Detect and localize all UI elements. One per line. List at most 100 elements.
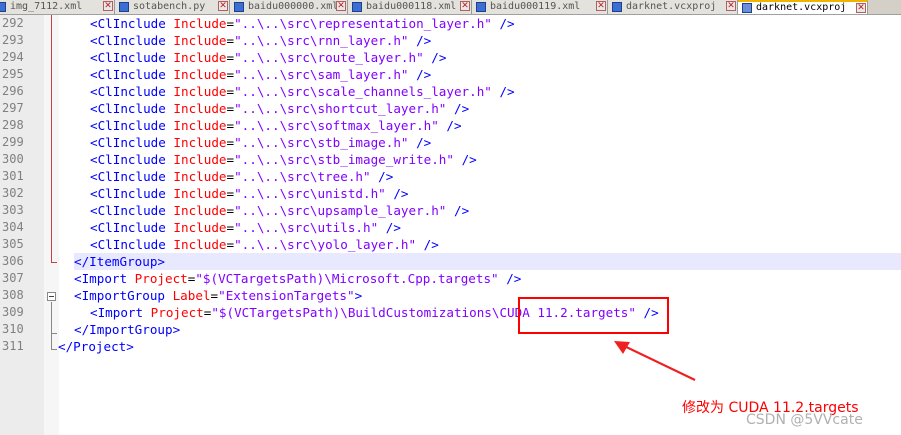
xml-value: "..\..\src\stb_image_write.h" — [234, 152, 454, 167]
xml-attr: Project — [134, 271, 188, 286]
tab-darknet-vcxproj-active[interactable]: darknet.vcxproj ✕ — [738, 0, 868, 14]
xml-close: /> — [453, 152, 477, 167]
code-line[interactable]: <ClInclude Include="..\..\src\rnn_layer.… — [90, 32, 431, 49]
xml-attribute: Include — [173, 152, 227, 167]
annotation-arrow-icon — [614, 341, 696, 381]
file-icon — [352, 2, 362, 12]
code-line[interactable]: <ClInclude Include="..\..\src\representa… — [90, 15, 515, 32]
close-icon[interactable]: ✕ — [460, 1, 470, 11]
close-icon[interactable]: ✕ — [726, 1, 736, 11]
xml-value: "..\..\src\sam_layer.h" — [234, 67, 409, 82]
code-line[interactable]: <Import Project="$(VCTargetsPath)\Micros… — [74, 270, 521, 287]
tab-img-7112[interactable]: img_7112.xml ✕ — [0, 0, 115, 14]
xml-attribute: Include — [173, 84, 227, 99]
code-line[interactable]: <ClInclude Include="..\..\src\route_laye… — [90, 49, 446, 66]
code-line[interactable]: <ClInclude Include="..\..\src\yolo_layer… — [90, 236, 439, 253]
close-icon[interactable]: ✕ — [336, 1, 346, 11]
tab-bar: img_7112.xml ✕ sotabench.py ✕ baidu00000… — [0, 0, 901, 15]
xml-attribute: Include — [173, 220, 227, 235]
code-line[interactable]: <ClInclude Include="..\..\src\tree.h" /> — [90, 168, 393, 185]
file-icon — [0, 2, 6, 12]
xml-equals: = — [226, 101, 235, 116]
xml-tag: <ClInclude — [90, 135, 166, 150]
xml-tag: <ClInclude — [90, 152, 166, 167]
xml-close: /> — [408, 67, 432, 82]
code-line[interactable]: <ClInclude Include="..\..\src\stb_image_… — [90, 151, 477, 168]
tab-label: baidu000119.xml — [490, 1, 581, 12]
code-line[interactable]: <ClInclude Include="..\..\src\unistd.h" … — [90, 185, 409, 202]
tab-label: sotabench.py — [133, 1, 206, 12]
xml-equals: = — [226, 33, 235, 48]
file-icon — [119, 2, 129, 12]
code-line[interactable]: <ClInclude Include="..\..\src\upsample_l… — [90, 202, 469, 219]
xml-tag: </Project> — [58, 339, 134, 354]
xml-value: "..\..\src\yolo_layer.h" — [234, 237, 417, 252]
xml-value: "..\..\src\scale_channels_layer.h" — [234, 84, 492, 99]
file-icon — [476, 2, 486, 12]
xml-attribute: Include — [173, 169, 227, 184]
xml-equals: = — [226, 67, 235, 82]
code-line[interactable]: <ClInclude Include="..\..\src\softmax_la… — [90, 117, 462, 134]
xml-attribute: Include — [173, 118, 227, 133]
code-line[interactable]: <ClInclude Include="..\..\src\stb_image.… — [90, 134, 431, 151]
code-editor[interactable]: <ClInclude Include="..\..\src\representa… — [0, 15, 901, 435]
xml-tag: <Import — [90, 305, 144, 320]
code-line[interactable]: </Project> — [58, 338, 134, 355]
xml-val: "ExtensionTargets" — [218, 288, 355, 303]
xml-tag: <ClInclude — [90, 203, 166, 218]
xml-value: "..\..\src\shortcut_layer.h" — [234, 101, 447, 116]
watermark: CSDN @5VVcate — [746, 412, 863, 428]
code-line[interactable]: <ClInclude Include="..\..\src\scale_chan… — [90, 83, 515, 100]
xml-close: /> — [423, 50, 447, 65]
xml-close: /> — [385, 186, 409, 201]
xml-tag: <ClInclude — [90, 101, 166, 116]
code-line[interactable]: <ClInclude Include="..\..\src\sam_layer.… — [90, 66, 431, 83]
tab-baidu000000[interactable]: baidu000000.xml ✕ — [230, 0, 348, 14]
xml-equals: = — [226, 152, 235, 167]
xml-close: /> — [446, 101, 470, 116]
xml-attribute: Include — [173, 33, 227, 48]
tab-label: baidu000000.xml — [248, 1, 339, 12]
xml-attribute: Include — [173, 101, 227, 116]
xml-tag: <ClInclude — [90, 16, 166, 31]
code-line[interactable]: </ItemGroup> — [74, 253, 901, 270]
xml-attribute: Include — [173, 67, 227, 82]
tab-label: darknet.vcxproj — [756, 2, 847, 13]
xml-value: "..\..\src\unistd.h" — [234, 186, 386, 201]
code-line[interactable]: </ImportGroup> — [74, 321, 180, 338]
xml-tag: </ImportGroup> — [74, 322, 181, 337]
xml-attribute: Include — [173, 135, 227, 150]
close-icon[interactable]: ✕ — [596, 1, 606, 11]
xml-value: "..\..\src\utils.h" — [234, 220, 379, 235]
code-line[interactable]: <ImportGroup Label="ExtensionTargets"> — [74, 287, 362, 304]
xml-tag: <ClInclude — [90, 186, 166, 201]
tab-baidu000119[interactable]: baidu000119.xml ✕ — [472, 0, 608, 14]
xml-equals: = — [226, 50, 235, 65]
tab-baidu000118[interactable]: baidu000118.xml ✕ — [348, 0, 472, 14]
file-icon — [612, 2, 622, 12]
code-line[interactable]: <ClInclude Include="..\..\src\utils.h" /… — [90, 219, 401, 236]
xml-equals: = — [226, 135, 235, 150]
xml-close: /> — [491, 84, 515, 99]
xml-equals: = — [226, 84, 235, 99]
close-icon[interactable]: ✕ — [856, 3, 866, 13]
xml-equals: = — [226, 237, 235, 252]
xml-close: /> — [378, 220, 401, 235]
xml-tag: <ClInclude — [90, 220, 166, 235]
xml-value: "..\..\src\stb_image.h" — [234, 135, 409, 150]
tab-sotabench[interactable]: sotabench.py ✕ — [115, 0, 230, 14]
xml-equals: = — [226, 118, 235, 133]
close-icon[interactable]: ✕ — [103, 1, 113, 11]
tab-darknet-vcxproj-1[interactable]: darknet.vcxproj ✕ — [608, 0, 738, 14]
xml-tag: <ClInclude — [90, 237, 166, 252]
xml-close: /> — [446, 203, 470, 218]
file-icon — [234, 2, 244, 12]
xml-tag: <ClInclude — [90, 50, 166, 65]
xml-val: "$(VCTargetsPath)\Microsoft.Cpp.targets" — [195, 271, 499, 286]
xml-tag: <ImportGroup — [74, 288, 165, 303]
xml-close: /> — [491, 16, 515, 31]
code-line[interactable]: <ClInclude Include="..\..\src\shortcut_l… — [90, 100, 469, 117]
close-icon[interactable]: ✕ — [218, 1, 228, 11]
xml-tag: <Import — [74, 271, 128, 286]
xml-tag: </ItemGroup> — [74, 254, 165, 269]
